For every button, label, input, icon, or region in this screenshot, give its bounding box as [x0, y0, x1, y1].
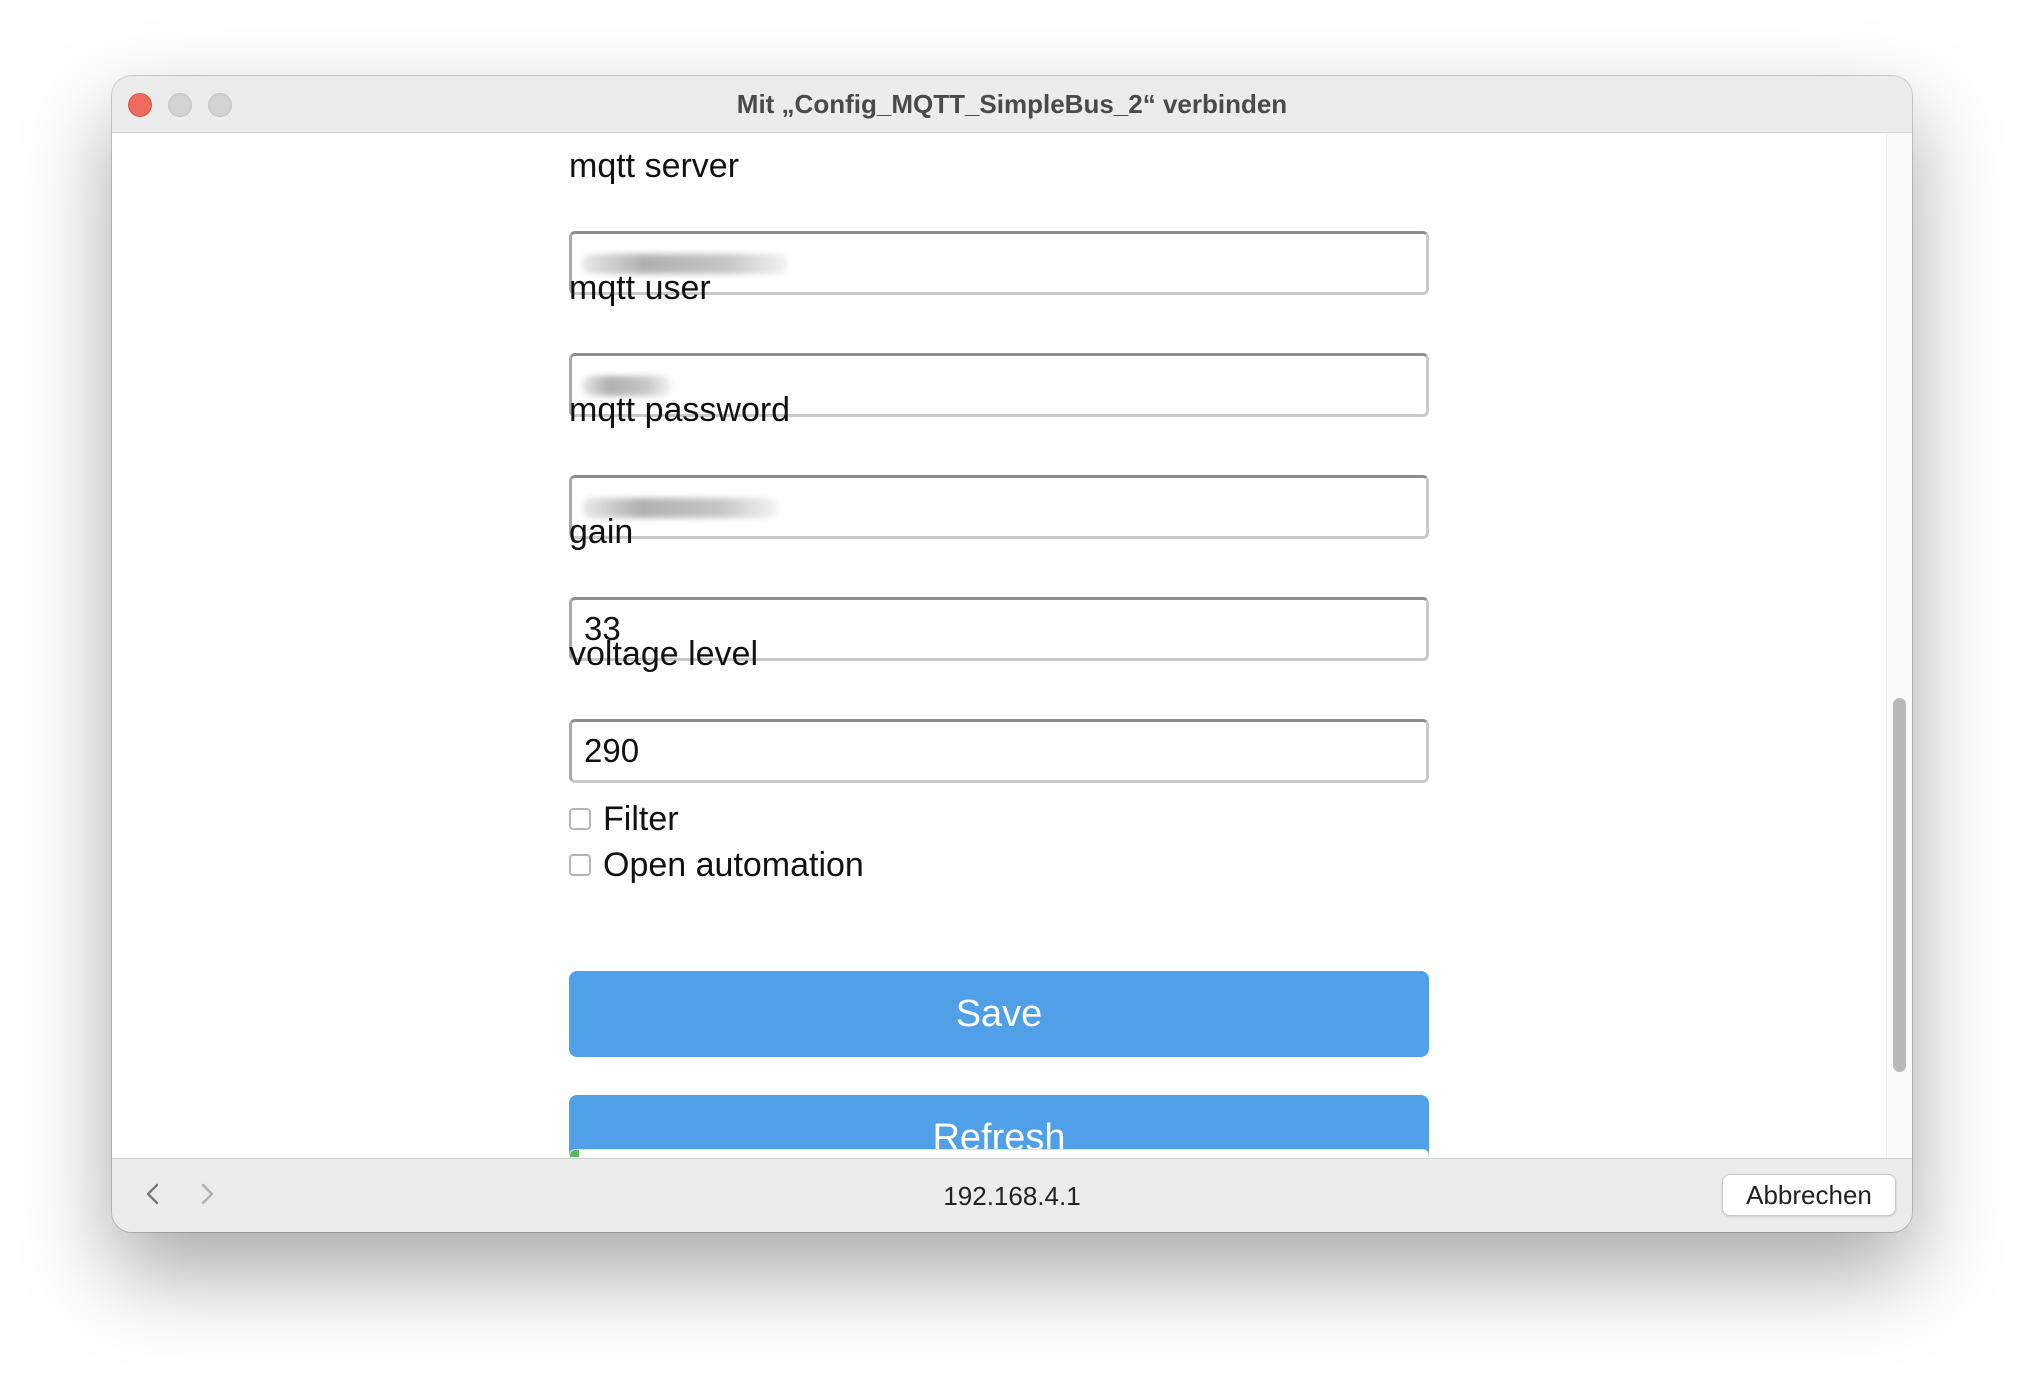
- save-button[interactable]: Save: [569, 971, 1429, 1057]
- refresh-button[interactable]: Refresh: [569, 1095, 1429, 1157]
- open-automation-checkbox[interactable]: [569, 854, 591, 876]
- gain-label: gain: [569, 513, 634, 551]
- cancel-button[interactable]: Abbrechen: [1722, 1174, 1896, 1216]
- mqtt-password-label: mqtt password: [569, 391, 791, 429]
- open-automation-option[interactable]: Open automation: [569, 845, 864, 885]
- page-address: 192.168.4.1: [943, 1181, 1081, 1211]
- mqtt-user-label: mqtt user: [569, 269, 711, 307]
- captive-portal-window: Mit „Config_MQTT_SimpleBus_2“ verbinden …: [112, 76, 1912, 1232]
- window-title: Mit „Config_MQTT_SimpleBus_2“ verbinden: [736, 89, 1288, 119]
- mqtt-server-label: mqtt server: [569, 147, 740, 185]
- bottom-bar: 192.168.4.1 Abbrechen: [112, 1158, 1912, 1232]
- scrollbar-track[interactable]: [1886, 133, 1912, 1157]
- voltage-level-label: voltage level: [569, 635, 759, 673]
- progress-bar: [569, 1149, 1429, 1157]
- title-bar: Mit „Config_MQTT_SimpleBus_2“ verbinden: [112, 76, 1912, 133]
- open-automation-label: Open automation: [603, 845, 864, 884]
- filter-option[interactable]: Filter: [569, 799, 679, 839]
- web-content: mqtt server mqtt user mqtt password gain…: [112, 133, 1912, 1157]
- progress-fill: [570, 1150, 579, 1157]
- scrollbar-thumb[interactable]: [1893, 698, 1906, 1072]
- filter-checkbox[interactable]: [569, 808, 591, 830]
- filter-label: Filter: [603, 799, 679, 838]
- voltage-level-input[interactable]: 290: [569, 719, 1429, 783]
- mqtt-password-input[interactable]: [569, 475, 1429, 539]
- screen: Mit „Config_MQTT_SimpleBus_2“ verbinden …: [0, 0, 2024, 1380]
